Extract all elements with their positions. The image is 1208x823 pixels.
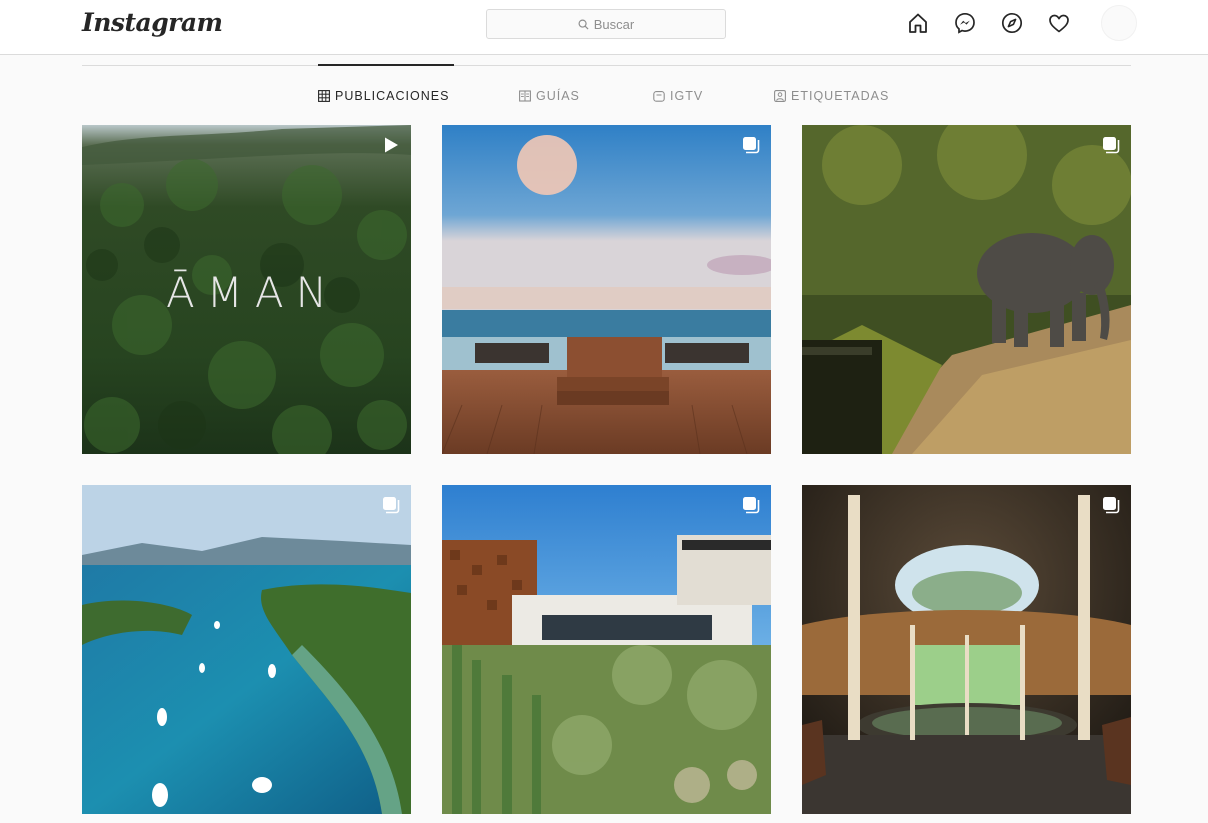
post-overlay-text: ĀMAN — [165, 268, 340, 317]
tab-divider — [82, 65, 1131, 66]
tab-label: ETIQUETADAS — [791, 89, 890, 103]
post-image — [442, 485, 771, 814]
post-thumbnail[interactable]: ĀMAN — [82, 125, 411, 454]
tab-publicaciones[interactable]: PUBLICACIONES — [318, 89, 449, 103]
post-thumbnail[interactable] — [82, 485, 411, 814]
search-input[interactable]: Buscar — [486, 9, 726, 39]
post-thumbnail[interactable] — [442, 125, 771, 454]
instagram-logo[interactable]: Instagram — [82, 8, 223, 37]
tab-label: IGTV — [670, 89, 704, 103]
nav-icons — [906, 11, 1071, 35]
post-thumbnail[interactable] — [442, 485, 771, 814]
video-icon — [385, 137, 398, 153]
tab-etiquetadas[interactable]: ETIQUETADAS — [774, 89, 889, 103]
tab-igtv[interactable]: IGTV — [653, 89, 703, 103]
home-icon[interactable] — [906, 11, 930, 35]
tab-label: GUÍAS — [536, 89, 580, 103]
post-image — [442, 125, 771, 454]
heart-icon[interactable] — [1047, 11, 1071, 35]
tab-label: PUBLICACIONES — [335, 89, 450, 103]
igtv-icon — [653, 91, 665, 102]
explore-icon[interactable] — [1000, 11, 1024, 35]
post-image — [802, 125, 1131, 454]
post-thumbnail[interactable] — [802, 125, 1131, 454]
post-image — [82, 485, 411, 814]
guide-icon — [519, 90, 531, 102]
active-tab-indicator — [318, 64, 454, 66]
carousel-icon — [743, 497, 760, 514]
carousel-icon — [1103, 497, 1120, 514]
carousel-icon — [1103, 137, 1120, 154]
tagged-icon — [774, 90, 786, 102]
search-placeholder: Buscar — [593, 16, 635, 32]
carousel-icon — [383, 497, 400, 514]
messenger-icon[interactable] — [953, 11, 977, 35]
avatar[interactable] — [1101, 5, 1137, 41]
grid-icon — [318, 90, 330, 102]
top-navigation-bar: Instagram Buscar — [0, 0, 1208, 55]
carousel-icon — [743, 137, 760, 154]
tab-guias[interactable]: GUÍAS — [519, 89, 580, 103]
search-icon — [578, 19, 589, 30]
post-image — [802, 485, 1131, 814]
post-thumbnail[interactable] — [802, 485, 1131, 814]
